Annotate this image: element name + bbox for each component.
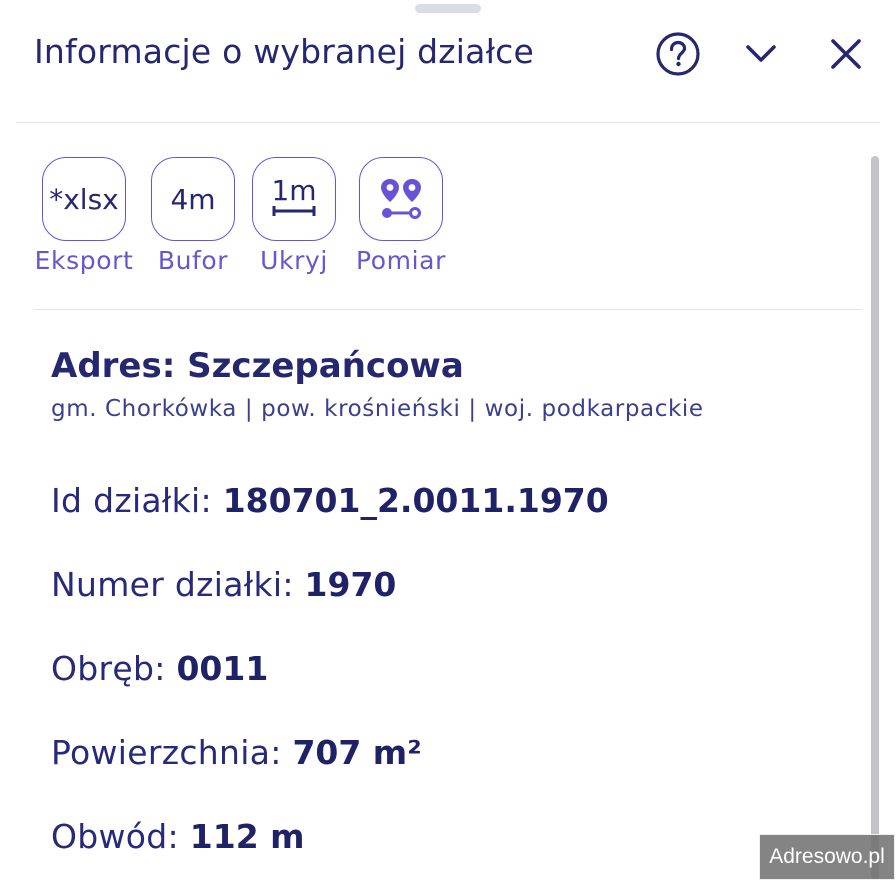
parcel-area-row: Powierzchnia: 707 m² xyxy=(51,733,422,772)
collapse-button[interactable] xyxy=(737,30,785,78)
parcel-number-row: Numer działki: 1970 xyxy=(51,565,396,604)
parcel-perimeter-row: Obwód: 112 m xyxy=(51,817,305,856)
parcel-area-value: 707 m² xyxy=(292,733,422,772)
export-button[interactable]: *xlsx Eksport xyxy=(34,157,134,275)
parcel-number-label: Numer działki: xyxy=(51,565,305,604)
help-circle-icon xyxy=(656,32,700,76)
parcel-precinct-label: Obręb: xyxy=(51,649,177,688)
export-icon-text: *xlsx xyxy=(49,182,119,216)
measure-label: Pomiar xyxy=(356,246,446,275)
parcel-precinct-row: Obręb: 0011 xyxy=(51,649,268,688)
help-button[interactable] xyxy=(654,30,702,78)
drag-handle[interactable] xyxy=(415,4,481,13)
header-divider xyxy=(16,122,880,123)
watermark: Adresowo.pl xyxy=(759,834,895,880)
parcel-number-value: 1970 xyxy=(304,565,397,604)
parcel-id-value: 180701_2.0011.1970 xyxy=(222,481,609,520)
hide-label: Ukryj xyxy=(260,246,328,275)
parcel-area-label: Powierzchnia: xyxy=(51,733,293,772)
parcel-precinct-value: 0011 xyxy=(176,649,269,688)
hide-button[interactable]: 1m Ukryj xyxy=(252,157,336,275)
parcel-id-row: Id działki: 180701_2.0011.1970 xyxy=(51,481,609,520)
buffer-button[interactable]: 4m Bufor xyxy=(151,157,235,275)
parcel-perimeter-label: Obwód: xyxy=(51,817,190,856)
buffer-icon-text: 4m xyxy=(170,182,216,216)
hide-dimensions-icon: 1m xyxy=(252,157,336,241)
chevron-down-icon xyxy=(746,45,776,62)
dimension-line-icon xyxy=(272,206,316,216)
measure-pins-icon xyxy=(359,157,443,241)
parcel-info-panel: Informacje o wybranej działce *xlsx Eksp… xyxy=(0,0,896,880)
content-divider xyxy=(34,309,862,310)
parcel-perimeter-value: 112 m xyxy=(189,817,305,856)
xlsx-export-icon: *xlsx xyxy=(42,157,126,241)
close-icon xyxy=(831,39,861,69)
measure-button[interactable]: Pomiar xyxy=(356,157,446,275)
parcel-address: Adres: Szczepańcowa xyxy=(51,346,464,386)
scrollbar[interactable] xyxy=(871,156,879,880)
close-button[interactable] xyxy=(822,30,870,78)
parcel-location: gm. Chorkówka | pow. krośnieński | woj. … xyxy=(51,396,704,422)
parcel-id-label: Id działki: xyxy=(51,481,223,520)
buffer-label: Bufor xyxy=(157,246,229,275)
panel-title: Informacje o wybranej działce xyxy=(34,32,535,71)
hide-icon-text: 1m xyxy=(271,174,317,207)
export-label: Eksport xyxy=(34,246,134,275)
buffer-icon: 4m xyxy=(151,157,235,241)
tool-bar: *xlsx Eksport 4m Bufor 1m Ukryj Pomiar xyxy=(34,157,446,275)
